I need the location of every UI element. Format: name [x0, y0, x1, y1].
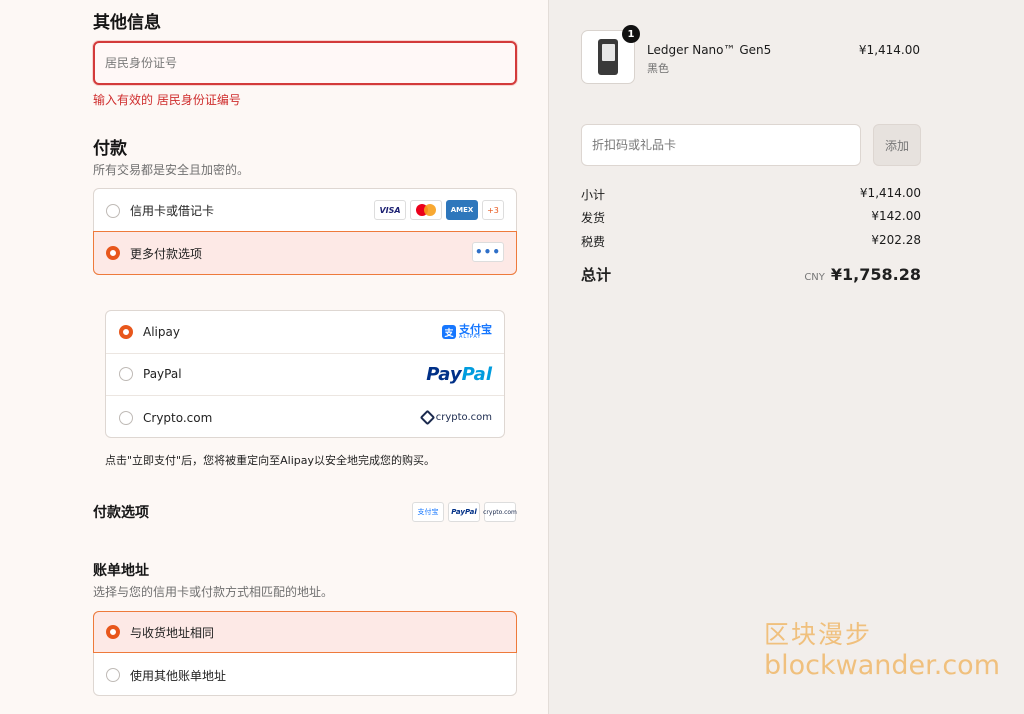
other-info-title: 其他信息	[93, 13, 161, 33]
more-payment-label: 更多付款选项	[130, 246, 203, 261]
redirect-note: 点击"立即支付"后，您将被重定向至Alipay以安全地完成您的购买。	[105, 454, 435, 467]
more-payment-option[interactable]: 更多付款选项	[93, 231, 517, 275]
id-number-error: 输入有效的 居民身份证编号	[93, 93, 241, 107]
crypto-option[interactable]: Crypto.com crypto.com	[106, 396, 504, 439]
more-options-icon: •••	[472, 242, 504, 262]
paypal-label: PayPal	[143, 367, 182, 381]
card-payment-option[interactable]: 信用卡或借记卡 VISA AMEX +3	[94, 189, 516, 232]
payment-method-group: 信用卡或借记卡 VISA AMEX +3 更多付款选项 •••	[93, 188, 517, 275]
billing-other-option[interactable]: 使用其他账单地址	[94, 654, 516, 696]
payment-title: 付款	[93, 139, 127, 159]
id-number-input[interactable]	[95, 43, 515, 83]
watermark-cn: 区块漫步	[764, 620, 873, 649]
billing-same-label: 与收货地址相同	[130, 625, 215, 640]
subtotal-row: 小计 ¥1,414.00	[581, 186, 921, 203]
alipay-mini-icon: 支付宝	[412, 502, 444, 522]
checkout-form-panel: 其他信息 输入有效的 居民身份证编号 付款 所有交易都是安全且加密的。 信用卡或…	[0, 0, 548, 714]
shipping-value: ¥142.00	[871, 209, 921, 223]
currency-code: CNY	[804, 272, 825, 283]
order-summary-panel	[548, 0, 1024, 714]
paypal-radio[interactable]	[119, 367, 133, 381]
subtotal-label: 小计	[581, 188, 606, 202]
id-number-field[interactable]	[93, 41, 517, 85]
payment-sub-options: Alipay 支 支付宝 ALIPAY PayPal Pay Pal Crypto…	[105, 310, 505, 438]
total-row: 总计 CNY ¥1,758.28	[581, 264, 921, 285]
paypal-mini-icon: PayPal	[448, 502, 480, 522]
mastercard-icon	[410, 200, 442, 220]
watermark: 区块漫步 blockwander.com	[764, 620, 1000, 682]
payment-options-title: 付款选项	[93, 505, 149, 521]
alipay-label: Alipay	[143, 325, 180, 339]
product-price: ¥1,414.00	[858, 43, 920, 57]
billing-same-option[interactable]: 与收货地址相同	[93, 611, 517, 653]
watermark-en: blockwander.com	[764, 650, 1000, 681]
product-name: Ledger Nano™ Gen5	[647, 43, 772, 57]
discount-field[interactable]	[581, 124, 861, 166]
paypal-logo-icon: Pay Pal	[426, 363, 492, 385]
billing-subtitle: 选择与您的信用卡或付款方式相匹配的地址。	[93, 585, 334, 599]
shipping-label: 发货	[581, 211, 606, 225]
alipay-logo-icon: 支 支付宝 ALIPAY	[442, 324, 492, 340]
card-brand-badges: VISA AMEX +3	[374, 200, 504, 220]
quantity-badge: 1	[622, 25, 640, 43]
payment-subtitle: 所有交易都是安全且加密的。	[93, 163, 250, 177]
card-payment-label: 信用卡或借记卡	[130, 204, 215, 218]
amex-icon: AMEX	[446, 200, 478, 220]
discount-input[interactable]	[582, 125, 860, 165]
more-cards-badge: +3	[482, 200, 504, 220]
alipay-option[interactable]: Alipay 支 支付宝 ALIPAY	[106, 311, 504, 354]
crypto-logo-icon: crypto.com	[419, 409, 492, 426]
product-variant: 黑色	[647, 62, 669, 75]
billing-address-group: 与收货地址相同 使用其他账单地址	[93, 611, 517, 696]
crypto-radio[interactable]	[119, 410, 133, 425]
billing-same-radio[interactable]	[106, 625, 120, 639]
subtotal-value: ¥1,414.00	[859, 186, 921, 200]
billing-other-label: 使用其他账单地址	[130, 668, 227, 683]
ledger-device-icon	[598, 39, 618, 75]
billing-title: 账单地址	[93, 563, 149, 579]
total-value: ¥1,758.28	[830, 265, 921, 284]
paypal-option[interactable]: PayPal Pay Pal	[106, 353, 504, 396]
shipping-row: 发货 ¥142.00	[581, 209, 921, 226]
crypto-mini-icon: crypto.com	[483, 502, 517, 522]
total-label: 总计	[581, 266, 612, 284]
apply-discount-button[interactable]: 添加	[873, 124, 921, 166]
tax-label: 税费	[581, 235, 606, 249]
more-payment-radio[interactable]	[106, 246, 120, 260]
crypto-label: Crypto.com	[143, 410, 213, 425]
visa-icon: VISA	[374, 200, 406, 220]
alipay-radio[interactable]	[119, 325, 133, 339]
tax-value: ¥202.28	[871, 233, 921, 247]
card-payment-radio[interactable]	[106, 203, 120, 218]
billing-other-radio[interactable]	[106, 668, 120, 682]
tax-row: 税费 ¥202.28	[581, 233, 921, 250]
